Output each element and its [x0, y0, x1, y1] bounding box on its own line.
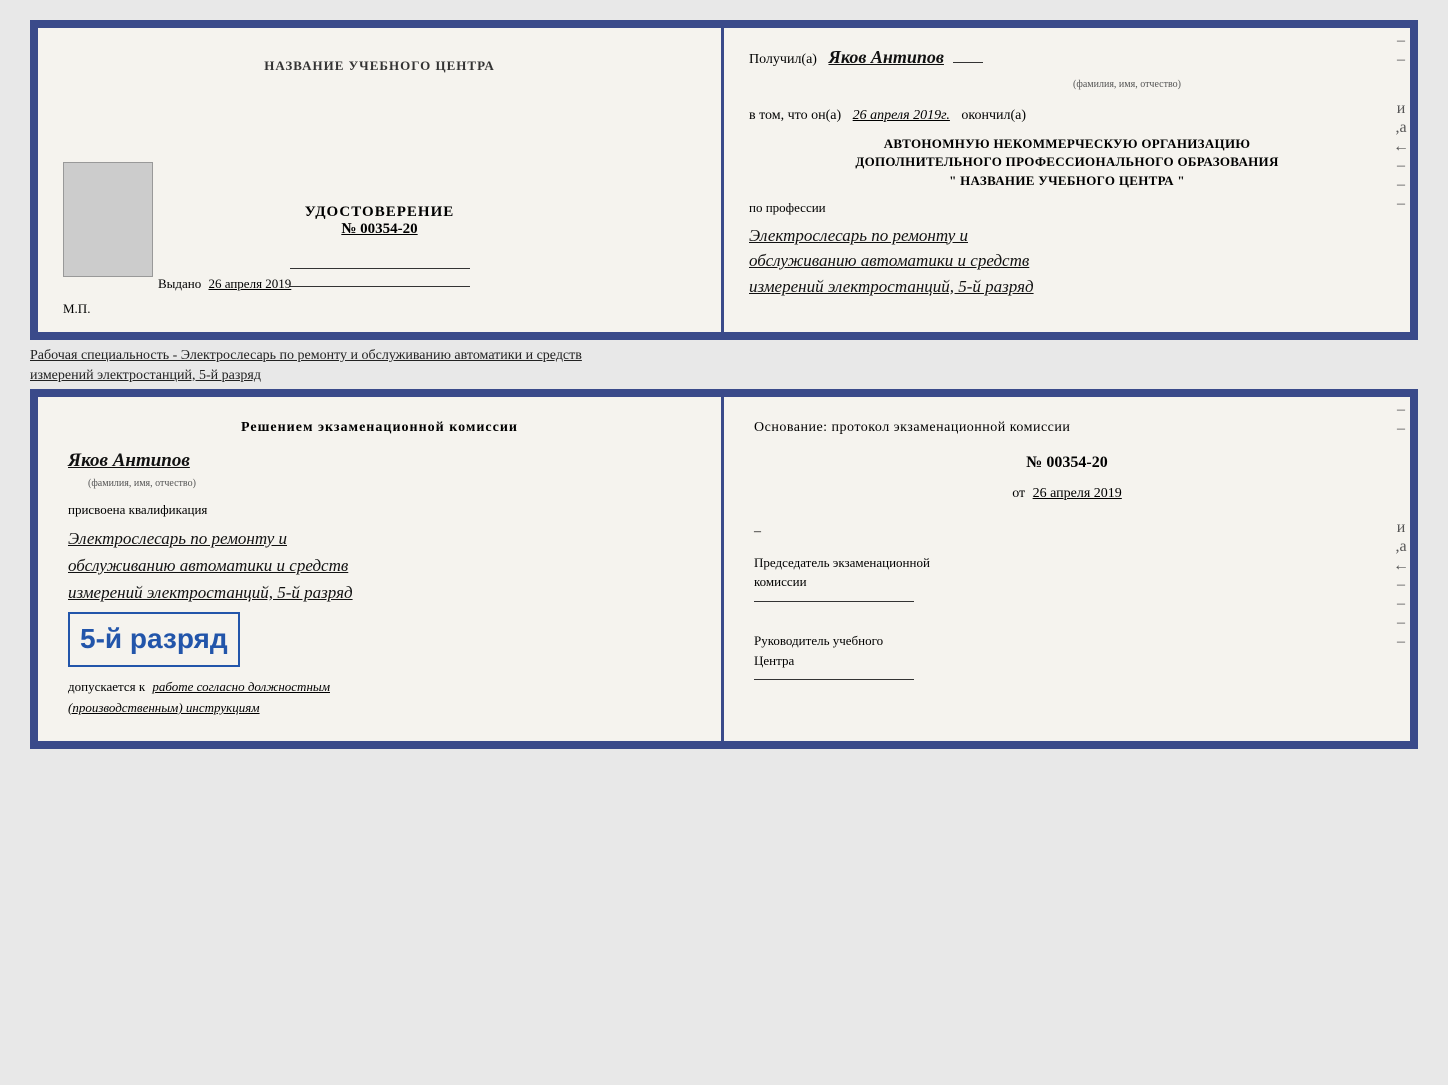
dash-r4: ,а — [1395, 539, 1406, 555]
vydano-line: Выдано 26 апреля 2019 — [158, 276, 291, 292]
date-value: 26 апреля 2019г. — [853, 108, 950, 123]
date-suffix: окончил(а) — [961, 108, 1026, 123]
dash-4: ,а — [1395, 120, 1406, 136]
assigned-label: присвоена квалификация — [68, 500, 691, 521]
head-block: Руководитель учебного Центра — [754, 631, 1380, 690]
recipient-name: Яков Антипов — [828, 47, 943, 67]
protocol-date-value: 26 апреля 2019 — [1033, 486, 1122, 501]
recipient-prefix: Получил(а) — [749, 52, 817, 67]
chairman-label: Председатель экзаменационной — [754, 553, 1380, 573]
chairman-label2: комиссии — [754, 572, 1380, 592]
udostoverenie-number: № 00354-20 — [290, 221, 470, 238]
qual-line3: измерений электростанций, 5-й разряд — [68, 579, 691, 606]
dash-r8: – — [1397, 615, 1405, 631]
school-name-top: НАЗВАНИЕ УЧЕБНОГО ЦЕНТРА — [264, 58, 495, 74]
right-strip-bottom: – – и ,а ← – – – – — [1392, 397, 1410, 741]
dash-6: – — [1397, 158, 1405, 174]
razryad-box: 5-й разряд — [68, 612, 240, 667]
person-block: Яков Антипов (фамилия, имя, отчество) — [68, 446, 691, 492]
org-line1: АВТОНОМНУЮ НЕКОММЕРЧЕСКУЮ ОРГАНИЗАЦИЮ — [749, 135, 1385, 153]
top-doc-right: – – и ,а ← – – – Получил(а) Яков Антипов… — [724, 28, 1410, 332]
vydano-label: Выдано — [158, 276, 201, 291]
dash-5: ← — [1393, 139, 1409, 155]
dopusk-line: допускается к работе согласно должностны… — [68, 677, 691, 719]
dopusk-prefix: допускается к — [68, 679, 145, 694]
profession-line2: обслуживанию автоматики и средств — [749, 248, 1385, 274]
chairman-block: Председатель экзаменационной комиссии — [754, 553, 1380, 612]
dash-3: и — [1397, 101, 1406, 117]
profession-line3: измерений электростанций, 5-й разряд — [749, 274, 1385, 300]
date-prefix: в том, что он(а) — [749, 108, 841, 123]
dash-1: – — [1397, 33, 1405, 49]
top-document: НАЗВАНИЕ УЧЕБНОГО ЦЕНТРА УДОСТОВЕРЕНИЕ №… — [30, 20, 1418, 340]
udostoverenie-block: УДОСТОВЕРЕНИЕ № 00354-20 — [290, 204, 470, 292]
profession-line1: Электрослесарь по ремонту и — [749, 223, 1385, 249]
qualification-block: Электрослесарь по ремонту и обслуживанию… — [68, 525, 691, 607]
org-line3: " НАЗВАНИЕ УЧЕБНОГО ЦЕНТРА " — [749, 172, 1385, 190]
bottom-document: Решением экзаменационной комиссии Яков А… — [30, 389, 1418, 749]
dopusk-text2: (производственным) инструкциям — [68, 700, 260, 715]
protocol-date-prefix: от — [1012, 486, 1025, 501]
qual-line2: обслуживанию автоматики и средств — [68, 552, 691, 579]
middle-line2: измерений электростанций, 5-й разряд — [30, 368, 261, 383]
bottom-doc-left: Решением экзаменационной комиссии Яков А… — [38, 397, 724, 741]
dash-7: – — [1397, 177, 1405, 193]
protocol-num: № 00354-20 — [754, 450, 1380, 476]
dash-right: – — [754, 521, 1380, 543]
photo-placeholder — [63, 162, 153, 277]
head-label: Руководитель учебного — [754, 631, 1380, 651]
org-line2: ДОПОЛНИТЕЛЬНОГО ПРОФЕССИОНАЛЬНОГО ОБРАЗО… — [749, 153, 1385, 171]
recipient-subtext: (фамилия, имя, отчество) — [869, 77, 1385, 93]
bottom-doc-right: – – и ,а ← – – – – Основание: протокол э… — [724, 397, 1410, 741]
date-line: в том, что он(а) 26 апреля 2019г. окончи… — [749, 105, 1385, 127]
dash-r5: ← — [1393, 558, 1409, 574]
dash-r3: и — [1397, 520, 1406, 536]
page-wrapper: НАЗВАНИЕ УЧЕБНОГО ЦЕНТРА УДОСТОВЕРЕНИЕ №… — [10, 10, 1438, 759]
vydano-date: 26 апреля 2019 — [209, 276, 292, 291]
mp-label: М.П. — [63, 301, 90, 317]
dopusk-text: работе согласно должностным — [152, 679, 330, 694]
person-name-bottom: Яков Антипов — [68, 446, 691, 476]
org-block: АВТОНОМНУЮ НЕКОММЕРЧЕСКУЮ ОРГАНИЗАЦИЮ ДО… — [749, 135, 1385, 190]
person-subtext-bottom: (фамилия, имя, отчество) — [88, 476, 691, 492]
profession-label-top: по профессии — [749, 198, 1385, 219]
top-doc-left: НАЗВАНИЕ УЧЕБНОГО ЦЕНТРА УДОСТОВЕРЕНИЕ №… — [38, 28, 724, 332]
dash-r1: – — [1397, 402, 1405, 418]
right-strip: – – и ,а ← – – – — [1392, 28, 1410, 332]
protocol-date: от 26 апреля 2019 — [754, 483, 1380, 505]
middle-line1: Рабочая специальность - Электрослесарь п… — [30, 348, 582, 363]
udostoverenie-title: УДОСТОВЕРЕНИЕ — [290, 204, 470, 221]
osnov-label: Основание: протокол экзаменационной коми… — [754, 417, 1380, 439]
dash-2: – — [1397, 52, 1405, 68]
qual-line1: Электрослесарь по ремонту и — [68, 525, 691, 552]
dash-8: – — [1397, 196, 1405, 212]
profession-value-top: Электрослесарь по ремонту и обслуживанию… — [749, 223, 1385, 300]
dash-r6: – — [1397, 577, 1405, 593]
head-sig-line — [754, 679, 914, 680]
dash-r7: – — [1397, 596, 1405, 612]
middle-text: Рабочая специальность - Электрослесарь п… — [30, 346, 1418, 385]
recipient-line: Получил(а) Яков Антипов — [749, 43, 1385, 72]
dash-r9: – — [1397, 634, 1405, 650]
razryad-big: 5-й разряд — [80, 623, 228, 654]
chairman-sig-line — [754, 601, 914, 602]
dash-r2: – — [1397, 421, 1405, 437]
head-label2: Центра — [754, 651, 1380, 671]
decision-title: Решением экзаменационной комиссии — [68, 417, 691, 439]
